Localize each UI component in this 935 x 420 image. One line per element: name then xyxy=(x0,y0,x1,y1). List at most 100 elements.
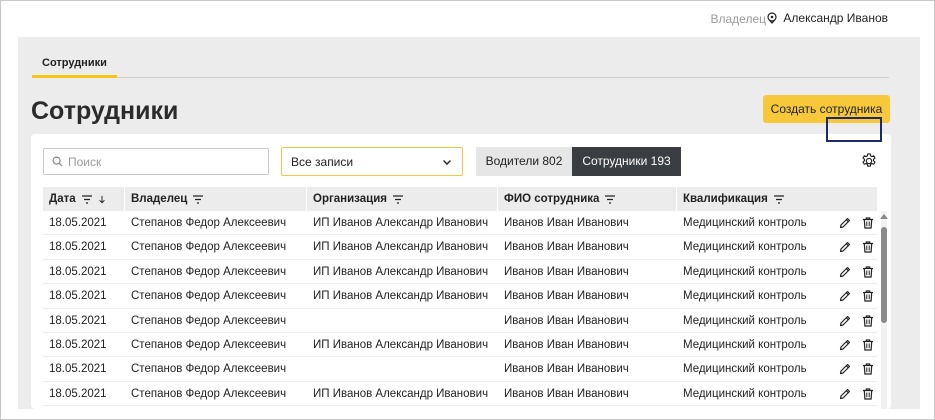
cell-qualification: Медицинский контроль xyxy=(683,363,807,376)
segment-drivers[interactable]: Водители 802 xyxy=(476,147,572,176)
pencil-icon[interactable] xyxy=(838,216,852,230)
table-row[interactable]: 18.05.2021 Степанов Федор Алексеевич Ивано… xyxy=(43,309,877,333)
cell-employee-name: Иванов Иван Иванович xyxy=(504,290,629,303)
column-header-owner[interactable]: Владелец xyxy=(125,187,307,211)
tab-bar: Сотрудники xyxy=(32,53,889,78)
workspace: Сотрудники Сотрудники Создать сотрудника… xyxy=(18,37,920,409)
cell-date: 18.05.2021 xyxy=(49,314,107,327)
cell-organization: ИП Иванов Александр Иванович xyxy=(313,290,489,303)
location-pin-icon xyxy=(767,12,778,24)
scrollbar-thumb[interactable] xyxy=(881,227,887,323)
highlighted-actions-frame xyxy=(826,117,882,142)
cell-owner: Степанов Федор Алексеевич xyxy=(131,387,287,400)
cell-employee-name: Иванов Иван Иванович xyxy=(504,265,629,278)
cell-organization: ИП Иванов Александр Иванович xyxy=(313,217,489,229)
pencil-icon[interactable] xyxy=(838,240,852,254)
cell-employee-name: Иванов Иван Иванович xyxy=(504,314,629,327)
cell-qualification: Медицинский контроль xyxy=(683,387,807,400)
pencil-icon[interactable] xyxy=(838,338,852,352)
filter-icon[interactable] xyxy=(193,194,204,204)
column-header-qualification[interactable]: Квалификация xyxy=(677,187,877,211)
cell-qualification: Медицинский контроль xyxy=(683,241,807,254)
trash-icon[interactable] xyxy=(861,338,875,352)
search-input[interactable] xyxy=(68,154,258,169)
cell-organization xyxy=(307,357,313,381)
cell-organization: ИП Иванов Александр Иванович xyxy=(313,387,489,400)
table-row[interactable]: 18.05.2021 Степанов Федор Алексеевич ИП Ив… xyxy=(43,211,877,236)
pencil-icon[interactable] xyxy=(838,289,852,303)
cell-employee-name: Иванов Иван Иванович xyxy=(504,363,629,376)
user-menu[interactable]: Александр Иванов xyxy=(766,11,888,25)
table-body: 18.05.2021 Степанов Федор Алексеевич ИП Ив… xyxy=(43,211,877,407)
cell-employee-name: Иванов Иван Иванович xyxy=(504,387,629,400)
table-row[interactable]: 18.05.2021 Степанов Федор Алексеевич Ивано… xyxy=(43,357,877,382)
segment-employees[interactable]: Сотрудники 193 xyxy=(572,147,681,176)
cell-date: 18.05.2021 xyxy=(49,387,107,400)
trash-icon[interactable] xyxy=(861,240,875,254)
records-select[interactable]: Все записи xyxy=(281,147,463,176)
records-select-value: Все записи xyxy=(291,154,354,169)
cell-owner: Степанов Федор Алексеевич xyxy=(131,217,287,229)
page-title: Сотрудники xyxy=(31,97,179,125)
top-bar: Владелец Александр Иванов xyxy=(1,1,934,37)
search-icon xyxy=(52,156,63,167)
pencil-icon[interactable] xyxy=(838,362,852,376)
table-row[interactable]: 18.05.2021 Степанов Федор Алексеевич ИП Ив… xyxy=(43,284,877,309)
trash-icon[interactable] xyxy=(861,289,875,303)
chevron-down-icon xyxy=(443,159,451,165)
cell-owner: Степанов Федор Алексеевич xyxy=(131,241,287,254)
cell-organization: ИП Иванов Александр Иванович xyxy=(313,265,489,278)
user-role[interactable]: Владелец xyxy=(710,12,766,26)
column-header-label: Квалификация xyxy=(683,193,768,205)
cell-qualification: Медицинский контроль xyxy=(683,314,807,327)
filter-icon[interactable] xyxy=(605,194,616,204)
cell-qualification: Медицинский контроль xyxy=(683,217,807,229)
trash-icon[interactable] xyxy=(861,314,875,328)
employees-card: Все записи Водители 802 Сотрудники 193 Д… xyxy=(31,134,891,409)
pencil-icon[interactable] xyxy=(838,314,852,328)
cell-date: 18.05.2021 xyxy=(49,265,107,278)
cell-owner: Степанов Федор Алексеевич xyxy=(131,314,287,327)
cell-date: 18.05.2021 xyxy=(49,290,107,303)
tab-employees[interactable]: Сотрудники xyxy=(32,53,117,78)
trash-icon[interactable] xyxy=(861,216,875,230)
cell-qualification: Медицинский контроль xyxy=(683,290,807,303)
column-header-label: ФИО сотрудника xyxy=(504,193,600,205)
cell-date: 18.05.2021 xyxy=(49,217,107,229)
pencil-icon[interactable] xyxy=(838,265,852,279)
filter-icon[interactable] xyxy=(81,194,92,204)
filter-icon[interactable] xyxy=(392,194,403,204)
scroll-up-arrow[interactable] xyxy=(880,214,888,219)
table-row[interactable]: 18.05.2021 Степанов Федор Алексеевич ИП Ив… xyxy=(43,333,877,358)
column-header-label: Организация xyxy=(313,193,387,205)
sort-down-arrow-icon[interactable] xyxy=(98,195,106,204)
trash-icon[interactable] xyxy=(861,387,875,401)
gear-icon[interactable] xyxy=(860,152,878,170)
table-row[interactable]: 18.05.2021 Степанов Федор Алексеевич ИП Ив… xyxy=(43,235,877,260)
cell-qualification: Медицинский контроль xyxy=(683,338,807,351)
trash-icon[interactable] xyxy=(861,362,875,376)
column-header-label: Дата xyxy=(49,193,76,205)
column-header-date[interactable]: Дата xyxy=(43,187,125,211)
column-header-label: Владелец xyxy=(131,193,188,205)
cell-employee-name: Иванов Иван Иванович xyxy=(504,338,629,351)
pencil-icon[interactable] xyxy=(838,387,852,401)
table-row[interactable]: 18.05.2021 Степанов Федор Алексеевич ИП Ив… xyxy=(43,260,877,285)
cell-owner: Степанов Федор Алексеевич xyxy=(131,338,287,351)
cell-qualification: Медицинский контроль xyxy=(683,265,807,278)
user-name: Александр Иванов xyxy=(783,11,888,25)
cell-date: 18.05.2021 xyxy=(49,338,107,351)
cell-date: 18.05.2021 xyxy=(49,363,107,376)
cell-organization: ИП Иванов Александр Иванович xyxy=(313,338,489,351)
table-row[interactable]: 18.05.2021 Степанов Федор Алексеевич ИП Ив… xyxy=(43,382,877,407)
search-box[interactable] xyxy=(43,148,269,175)
cell-organization xyxy=(307,309,313,333)
trash-icon[interactable] xyxy=(861,265,875,279)
filter-icon[interactable] xyxy=(773,194,784,204)
column-header-employee-name[interactable]: ФИО сотрудника xyxy=(498,187,677,211)
cell-date: 18.05.2021 xyxy=(49,241,107,254)
cell-owner: Степанов Федор Алексеевич xyxy=(131,290,287,303)
column-header-organization[interactable]: Организация xyxy=(307,187,498,211)
cell-owner: Степанов Федор Алексеевич xyxy=(131,363,287,376)
cell-employee-name: Иванов Иван Иванович xyxy=(504,241,629,254)
